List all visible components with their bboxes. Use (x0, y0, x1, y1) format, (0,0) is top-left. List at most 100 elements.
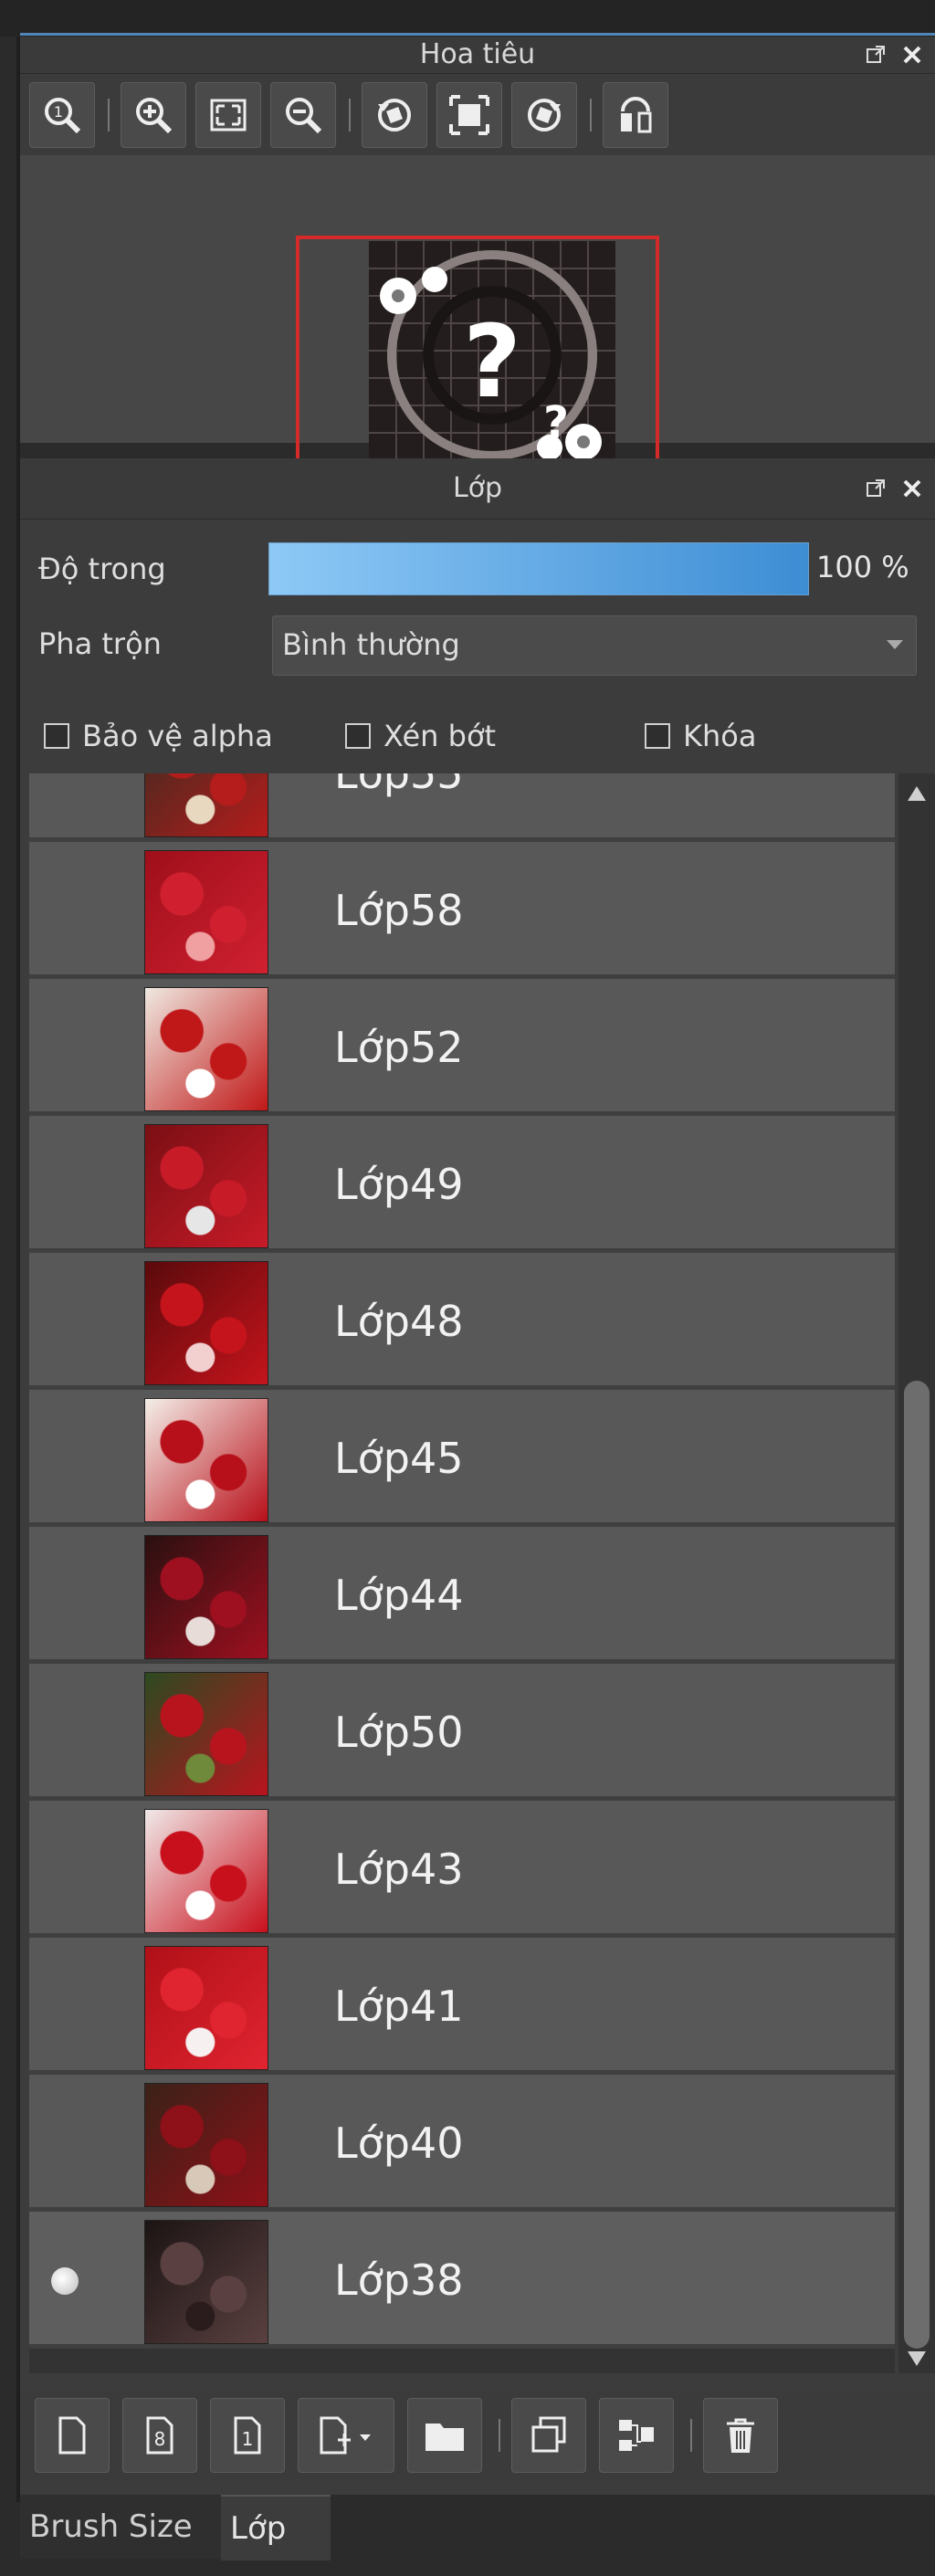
layer-thumbnail (144, 773, 268, 837)
new-layer-icon (58, 2416, 86, 2455)
add-layer-menu-button[interactable] (298, 2398, 394, 2473)
svg-text:1: 1 (242, 2428, 254, 2450)
layer-thumbnail (144, 1672, 268, 1796)
layer-row[interactable]: Lớp45 (29, 1390, 895, 1527)
layer-list[interactable]: Lớp55 Lớp58 Lớp52 Lớp49 Lớp48 Lớp45 Lớp44 Lớp50… (29, 773, 895, 2373)
layer-row[interactable]: Lớp44 (29, 1527, 895, 1664)
new-1bit-layer-icon: 1 (234, 2416, 261, 2455)
close-icon[interactable] (898, 475, 926, 502)
zoom-in-button[interactable] (121, 82, 186, 148)
merge-down-icon (619, 2420, 654, 2451)
toolbar-separator (690, 2419, 692, 2452)
rotate-right-button[interactable] (511, 82, 577, 148)
fit-fullscreen-button[interactable] (436, 82, 502, 148)
navigator-preview-area[interactable]: ? ? (20, 155, 935, 471)
new-8bit-layer-icon: 8 (146, 2416, 173, 2455)
flip-horizontal-button[interactable] (603, 82, 668, 148)
new-8bit-layer-button[interactable]: 8 (122, 2398, 197, 2473)
layer-name: Lớp50 (334, 1708, 464, 1757)
layer-thumbnail (144, 987, 268, 1111)
layer-row[interactable]: Lớp43 (29, 1801, 895, 1938)
scroll-down-icon[interactable] (908, 2351, 926, 2366)
layers-panel: Lớp Độ trong 100 % Pha trộn Bình thường … (20, 458, 935, 2497)
layer-name: Lớp43 (334, 1845, 464, 1894)
delete-layer-button[interactable] (703, 2398, 778, 2473)
layer-name: Lớp49 (334, 1160, 464, 1209)
layer-row[interactable]: Lớp40 (29, 2075, 895, 2212)
protect-alpha-checkbox[interactable]: Bảo vệ alpha (44, 719, 273, 753)
lock-label: Khóa (683, 719, 757, 753)
svg-text:8: 8 (154, 2428, 166, 2450)
layer-row[interactable]: Lớp48 (29, 1253, 895, 1390)
add-layer-menu-icon (320, 2416, 371, 2455)
layer-name: Lớp44 (334, 1571, 464, 1620)
layer-thumbnail (144, 1809, 268, 1933)
duplicate-layer-button[interactable] (511, 2398, 586, 2473)
new-folder-icon (425, 2424, 464, 2451)
layer-thumbnail (144, 850, 268, 974)
new-layer-button[interactable] (35, 2398, 110, 2473)
rotate-left-icon (378, 99, 411, 131)
toolbar-separator (499, 2419, 500, 2452)
float-icon[interactable] (862, 41, 889, 68)
layer-row[interactable]: Lớp49 (29, 1116, 895, 1253)
navigator-view-frame[interactable] (296, 236, 659, 471)
rotate-left-button[interactable] (362, 82, 427, 148)
top-strip (0, 0, 935, 37)
new-folder-button[interactable] (407, 2398, 482, 2473)
layer-thumbnail (144, 2083, 268, 2207)
layer-name: Lớp48 (334, 1297, 464, 1346)
close-icon[interactable] (898, 41, 926, 68)
layers-titlebar: Lớp (20, 458, 935, 520)
blend-mode-select[interactable]: Bình thường (272, 615, 917, 676)
layer-row[interactable]: Lớp55 (29, 773, 895, 842)
layer-name: Lớp55 (334, 773, 464, 798)
layer-list-scrollbar[interactable] (898, 773, 935, 2373)
layers-title: Lớp (452, 472, 503, 504)
new-1bit-layer-button[interactable]: 1 (210, 2398, 285, 2473)
layer-name: Lớp52 (334, 1023, 464, 1072)
navigator-toolbar: 1 (20, 74, 935, 156)
layer-items: Lớp55 Lớp58 Lớp52 Lớp49 Lớp48 Lớp45 Lớp44 Lớp50… (29, 773, 895, 2349)
scrollbar-thumb[interactable] (904, 1381, 930, 2349)
merge-down-button[interactable] (599, 2398, 674, 2473)
fit-window-button[interactable] (195, 82, 261, 148)
opacity-slider[interactable] (268, 542, 809, 595)
checkbox-box (345, 723, 371, 749)
scroll-up-icon[interactable] (908, 786, 926, 801)
navigator-panel: Hoa tiêu 1 ? ? (20, 37, 935, 471)
rotate-right-icon (528, 99, 561, 131)
toolbar-separator (349, 99, 351, 131)
checkbox-box (645, 723, 670, 749)
clip-checkbox[interactable]: Xén bớt (345, 719, 496, 753)
layer-row[interactable]: Lớp52 (29, 979, 895, 1116)
float-icon[interactable] (862, 475, 889, 502)
zoom-actual-icon: 1 (45, 98, 81, 134)
layers-bottom-toolbar: 8 1 (20, 2390, 935, 2481)
panel-tabs: Brush Size Lớp (20, 2495, 935, 2576)
layer-row[interactable]: Lớp38 (29, 2212, 895, 2349)
zoom-in-icon (136, 98, 173, 134)
layer-row[interactable]: Lớp58 (29, 842, 895, 979)
layer-thumbnail (144, 1261, 268, 1385)
tab-brush-size[interactable]: Brush Size (20, 2495, 236, 2559)
accent-line (20, 33, 935, 36)
tab-layers[interactable]: Lớp (221, 2495, 331, 2560)
layer-name: Lớp41 (334, 1982, 464, 2031)
fit-window-icon (210, 99, 247, 131)
layer-thumbnail (144, 1535, 268, 1659)
layer-thumbnail (144, 1398, 268, 1522)
visibility-icon[interactable] (51, 2267, 79, 2295)
delete-layer-icon (727, 2418, 754, 2453)
layer-name: Lớp40 (334, 2119, 464, 2168)
zoom-out-button[interactable] (270, 82, 336, 148)
navigator-titlebar: Hoa tiêu (20, 37, 935, 74)
layer-row[interactable]: Lớp50 (29, 1664, 895, 1801)
layer-row[interactable]: Lớp41 (29, 1938, 895, 2075)
layer-thumbnail (144, 1946, 268, 2070)
zoom-actual-button[interactable]: 1 (29, 82, 95, 148)
chevron-down-icon (887, 640, 903, 649)
blend-mode-value: Bình thường (282, 627, 460, 662)
layer-name: Lớp45 (334, 1434, 464, 1483)
lock-checkbox[interactable]: Khóa (645, 719, 756, 753)
